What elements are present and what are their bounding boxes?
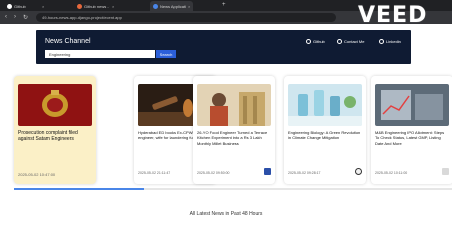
news-card-image: [18, 84, 92, 126]
news-card-date: 2025-05-02 09:28:17: [288, 171, 321, 175]
contact-icon: [337, 39, 342, 44]
browser-tab[interactable]: Github news - Overview - S ×: [74, 1, 117, 11]
nav-link-label: Contact Me: [344, 39, 365, 44]
browser-tab-active[interactable]: News Application ×: [150, 1, 194, 11]
news-card-title: Engineering Biology: A Green Revolution …: [288, 130, 361, 141]
tab-title: News Application: [160, 3, 186, 9]
github-icon: [306, 39, 311, 44]
search-input[interactable]: [45, 50, 155, 58]
github-news-icon: [77, 3, 82, 9]
section-footer-text: All Latest News in Past 48 Hours: [189, 211, 263, 217]
news-card[interactable]: M&B Engineering IPO Allotment: Steps To …: [371, 76, 452, 184]
source-logo-icon: [442, 168, 449, 175]
horizontal-scrollbar[interactable]: [14, 188, 452, 190]
news-card-date: 2025-05-02 21:11:47: [138, 171, 171, 175]
news-card-image: [197, 84, 271, 126]
news-card-image: [288, 84, 362, 126]
brand-title: News Channel: [45, 38, 91, 45]
search-button[interactable]: Search: [156, 50, 176, 58]
source-logo-icon: [355, 168, 362, 175]
nav-link-label: Linkedin: [386, 39, 401, 44]
scrollbar-thumb[interactable]: [14, 188, 144, 190]
source-logo-icon: [264, 168, 271, 175]
close-icon[interactable]: ×: [188, 4, 190, 9]
veed-watermark-logo: VEED: [358, 3, 428, 28]
url-field[interactable]: 49-hours-news-app-django-project/ecent.a…: [36, 13, 336, 22]
news-card-list: Prosecution complaint filed against Sata…: [14, 76, 452, 184]
app-header: News Channel Search Github Contact Me Li…: [36, 30, 411, 64]
news-card[interactable]: 26-YO Food Engineer Turned a Terrace Kit…: [193, 76, 275, 184]
close-icon[interactable]: ×: [42, 4, 44, 9]
news-card-date: 2025-05-02 10:11:00: [375, 171, 408, 175]
nav-link-github[interactable]: Github: [306, 39, 325, 44]
nav-link-label: Github: [313, 39, 325, 44]
tab-title: Github news - Overview - S: [84, 3, 110, 9]
github-icon: [7, 3, 12, 9]
news-card-date: 2025-05-02 09:50:00: [197, 171, 230, 175]
forward-icon[interactable]: ›: [14, 14, 16, 20]
news-card[interactable]: Engineering Biology: A Green Revolution …: [284, 76, 366, 184]
news-card-date: 2025-05-02 10:47:00: [18, 172, 56, 177]
new-tab-button[interactable]: +: [222, 2, 226, 8]
news-card-image: [375, 84, 449, 126]
linkedin-icon: [379, 39, 384, 44]
nav-link-linkedin[interactable]: Linkedin: [379, 39, 401, 44]
news-card-title: 26-YO Food Engineer Turned a Terrace Kit…: [197, 130, 268, 146]
news-app-icon: [153, 3, 158, 9]
tab-title: Github: [14, 3, 26, 9]
news-card[interactable]: Prosecution complaint filed against Sata…: [14, 76, 96, 184]
browser-tab[interactable]: Github ×: [4, 1, 47, 11]
reload-icon[interactable]: ↻: [23, 14, 28, 21]
url-text: 49-hours-news-app-django-project/ecent.a…: [42, 15, 122, 20]
news-card-title: M&B Engineering IPO Allotment: Steps To …: [375, 130, 445, 146]
nav-link-contact[interactable]: Contact Me: [337, 39, 364, 44]
news-card-title: Prosecution complaint filed against Sata…: [18, 130, 78, 143]
close-icon[interactable]: ×: [112, 4, 114, 9]
back-icon[interactable]: ‹: [5, 14, 7, 20]
